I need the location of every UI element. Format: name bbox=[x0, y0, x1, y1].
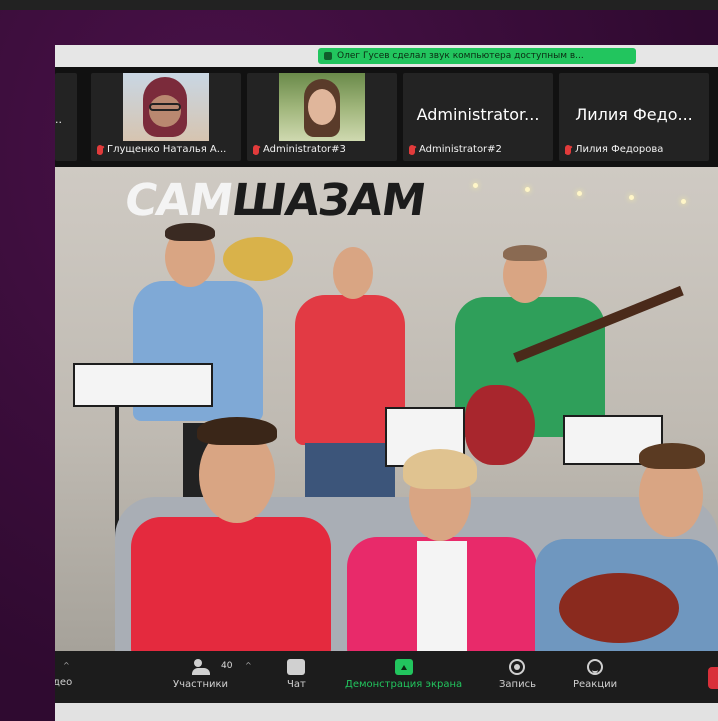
participants-label: Участники bbox=[173, 679, 229, 690]
mic-off-icon bbox=[565, 144, 571, 155]
chat-icon bbox=[287, 659, 306, 675]
singer-man bbox=[131, 417, 331, 651]
participant-tile-1[interactable]: Глущенко Наталья А... bbox=[91, 73, 241, 161]
record-button[interactable]: Запись bbox=[499, 659, 536, 690]
record-icon bbox=[509, 659, 526, 675]
share-screen-button[interactable]: Демонстрация экрана bbox=[345, 659, 462, 690]
participant-name-2: Administrator#3 bbox=[263, 144, 346, 155]
meeting-toolbar: део ^ Участники 40 ^ Чат Демонстрация эк… bbox=[55, 651, 718, 703]
users-icon bbox=[191, 659, 210, 675]
wall-logo: САМШАЗАМ bbox=[121, 175, 429, 226]
zoom-meeting-window: Олег Гусев сделал звук компьютера доступ… bbox=[55, 45, 718, 721]
title-bar: Олег Гусев сделал звук компьютера доступ… bbox=[55, 45, 718, 67]
chat-button[interactable]: Чат bbox=[287, 659, 306, 690]
music-stand-left bbox=[73, 363, 213, 407]
reactions-label: Реакции bbox=[573, 679, 618, 690]
participant-tile-3[interactable]: Administrator... Administrator#2 bbox=[403, 73, 553, 161]
participant-avatar-1 bbox=[123, 73, 209, 141]
guitarist-right bbox=[535, 443, 718, 651]
reactions-button[interactable]: Реакции bbox=[573, 659, 617, 690]
chat-label: Чат bbox=[287, 679, 306, 690]
banner-text: Олег Гусев сделал звук компьютера доступ… bbox=[337, 51, 584, 61]
window-bottom-strip bbox=[55, 703, 718, 721]
share-indicator-icon bbox=[324, 52, 332, 60]
smiley-icon bbox=[587, 659, 604, 675]
top-bar bbox=[0, 0, 718, 10]
singer-woman bbox=[347, 449, 537, 651]
participants-button[interactable]: Участники bbox=[173, 659, 228, 690]
record-label: Запись bbox=[499, 679, 536, 690]
participant-tile-2[interactable]: Administrator#3 bbox=[247, 73, 397, 161]
mic-off-icon bbox=[253, 144, 259, 155]
participant-tile-partial[interactable]: .. bbox=[55, 73, 77, 161]
participant-avatar-2 bbox=[279, 73, 365, 141]
mic-off-icon bbox=[97, 144, 103, 155]
participant-name-1: Глущенко Наталья А... bbox=[107, 144, 227, 155]
participant-strip: .. Глущенко Наталья А... Administrator#3… bbox=[55, 67, 718, 167]
string-lights bbox=[465, 177, 718, 207]
partial-name: .. bbox=[55, 113, 62, 126]
mic-off-icon bbox=[409, 144, 415, 155]
chevron-up-icon[interactable]: ^ bbox=[63, 661, 70, 670]
audio-share-banner[interactable]: Олег Гусев сделал звук компьютера доступ… bbox=[318, 48, 636, 64]
participant-name-4: Лилия Федорова bbox=[575, 144, 664, 155]
participant-tile-4[interactable]: Лилия Федо... Лилия Федорова bbox=[559, 73, 709, 161]
video-button-partial[interactable]: део bbox=[55, 677, 72, 688]
participants-count: 40 bbox=[221, 661, 233, 671]
chevron-up-icon[interactable]: ^ bbox=[245, 661, 252, 670]
shared-video[interactable]: САМШАЗАМ bbox=[55, 167, 718, 651]
share-screen-icon bbox=[394, 659, 413, 675]
participant-display-name-3: Administrator... bbox=[416, 105, 540, 124]
participant-display-name-4: Лилия Федо... bbox=[575, 105, 693, 124]
end-meeting-button-partial[interactable] bbox=[708, 667, 718, 689]
share-screen-label: Демонстрация экрана bbox=[345, 679, 463, 690]
participant-name-3: Administrator#2 bbox=[419, 144, 502, 155]
